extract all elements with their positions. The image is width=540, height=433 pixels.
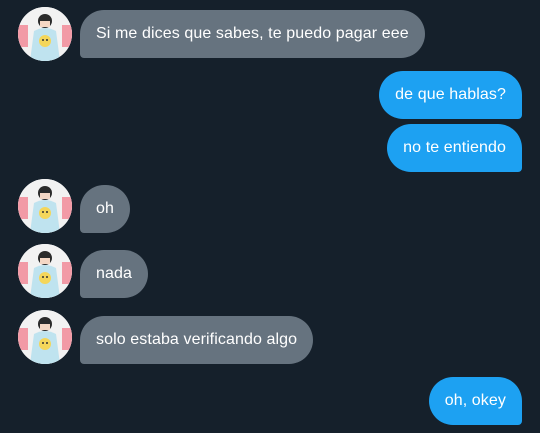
avatar[interactable] bbox=[18, 179, 72, 233]
message-text: Si me dices que sabes, te puedo pagar ee… bbox=[96, 25, 409, 42]
message-bubble-outgoing[interactable]: de que hablas? bbox=[379, 71, 522, 119]
message-bubble-incoming[interactable]: oh bbox=[80, 185, 130, 233]
message-text: solo estaba verificando algo bbox=[96, 331, 298, 348]
message-text: de que hablas? bbox=[395, 86, 506, 103]
message-text: nada bbox=[96, 265, 132, 282]
message-bubble-outgoing[interactable]: no te entiendo bbox=[387, 124, 522, 172]
message-text: no te entiendo bbox=[403, 139, 506, 156]
avatar[interactable] bbox=[18, 7, 72, 61]
avatar[interactable] bbox=[18, 244, 72, 298]
message-bubble-outgoing[interactable]: oh, okey bbox=[428, 377, 522, 425]
message-bubble-incoming[interactable]: solo estaba verificando algo bbox=[80, 316, 314, 364]
message-bubble-incoming[interactable]: nada bbox=[80, 250, 148, 298]
avatar[interactable] bbox=[18, 310, 72, 364]
message-text: oh bbox=[96, 200, 114, 217]
message-bubble-incoming[interactable]: Si me dices que sabes, te puedo pagar ee… bbox=[80, 10, 425, 58]
message-text: oh, okey bbox=[444, 392, 506, 409]
